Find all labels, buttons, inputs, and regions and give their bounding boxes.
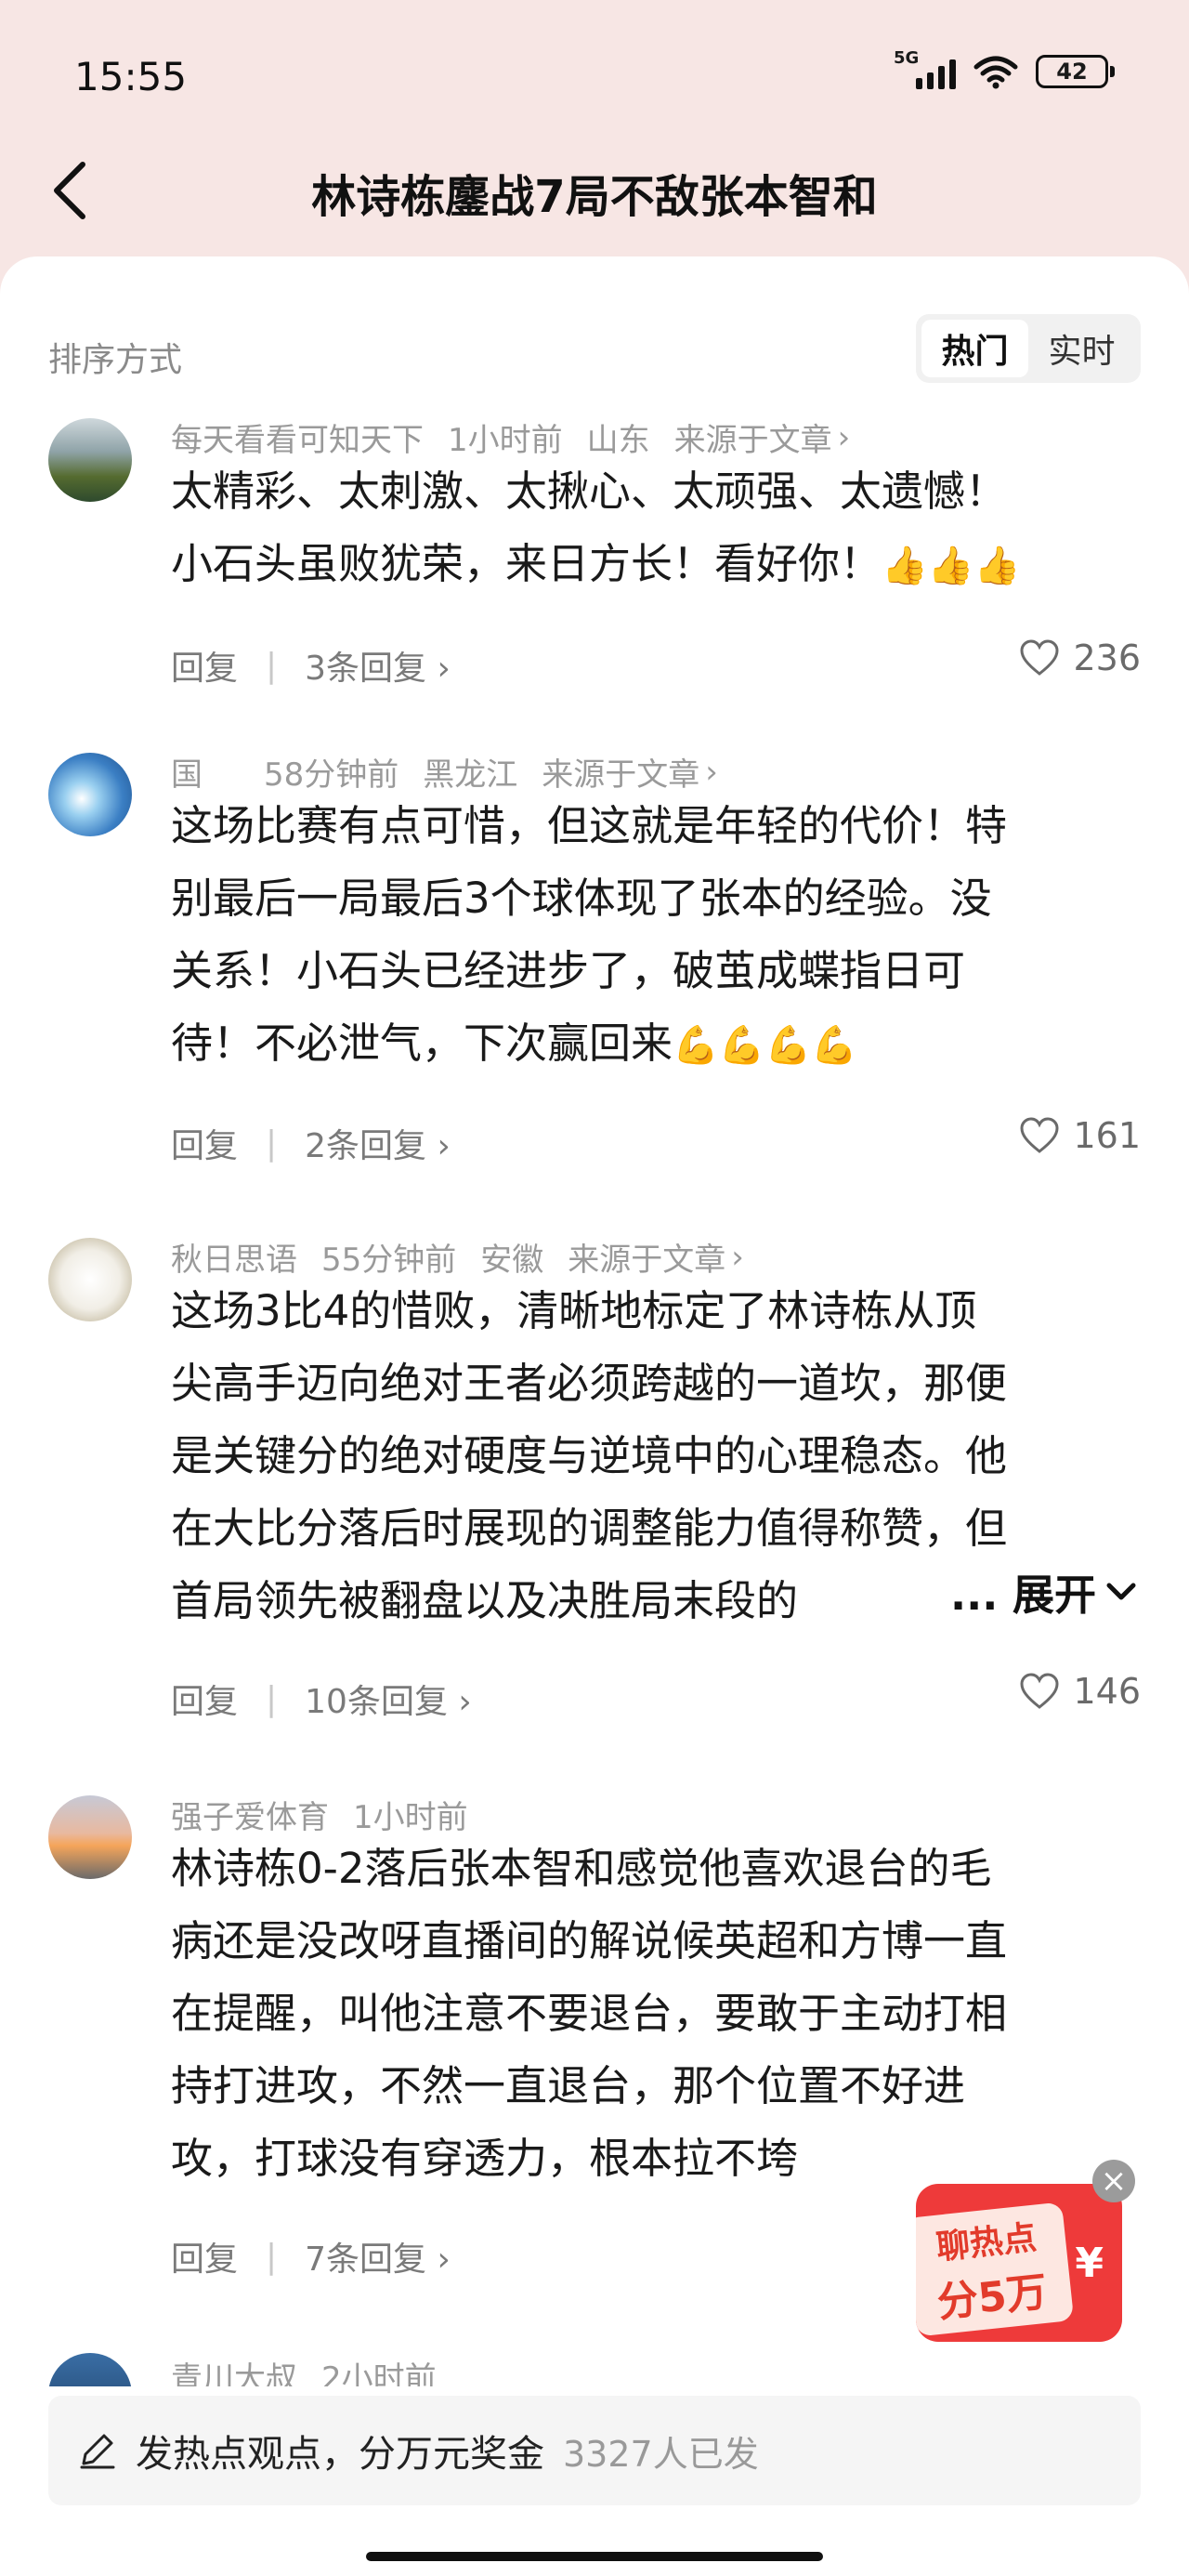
avatar[interactable] [48,753,132,836]
chevron-left-icon [54,162,85,219]
chevron-right-icon: › [705,753,718,791]
promo-ticket: 聊热点 分5万 [916,2201,1075,2337]
comment-location: 安徽 [480,1242,544,1279]
like-button[interactable]: 146 [1019,1671,1141,1712]
heart-icon [1020,1673,1059,1709]
reply-button[interactable]: 回复 [171,1675,238,1723]
avatar[interactable] [48,1238,132,1321]
flexed-biceps-emoji: 💪💪💪💪 [673,1024,858,1067]
thumbs-up-emoji: 👍👍👍 [882,545,1021,587]
sort-label: 排序方式 [48,341,183,379]
reply-button[interactable]: 回复 [171,2232,238,2280]
comment-source-link[interactable]: 来源于文章 › [674,414,851,460]
comment-text: 太精彩、太刺激、太揪心、太顽强、太遗憾！ 小石头虽败犹荣，来日方长！看好你！👍👍… [171,467,1021,588]
comment-source-link[interactable]: 来源于文章 › [568,1234,744,1280]
back-button[interactable] [37,158,102,223]
battery-level: 42 [1036,55,1108,88]
comment-meta: 国 58分钟前 黑龙江 来源于文章 › [171,749,718,795]
comment-time: 1小时前 [448,422,563,459]
comment-location: 山东 [586,422,650,459]
comment-meta: 青川大叔 2小时前 [171,2353,437,2386]
participant-count: 3327人已发 [563,2433,759,2475]
reply-button[interactable]: 回复 [171,641,238,690]
chevron-right-icon: › [837,418,851,456]
status-time: 15:55 [74,54,188,99]
comment-actions: 回复 | 10条回复 › 146 [171,1671,1141,1723]
comment-item: 青川大叔 2小时前 [0,2346,1189,2386]
input-placeholder: 发热点观点，分万元奖金 [136,2433,544,2476]
chevron-down-icon [1106,1583,1136,1599]
like-count: 161 [1073,1115,1141,1156]
comment-time: 1小时前 [353,1799,468,1836]
view-replies-button[interactable]: 2条回复 › [305,1119,451,1167]
like-count: 236 [1073,637,1141,678]
sort-option-realtime[interactable]: 实时 [1028,320,1135,377]
signal-icon: 5G [894,48,956,89]
comment-actions: 回复 | 2条回复 › 161 [171,1115,1141,1167]
comment-location: 黑龙江 [423,756,518,794]
view-replies-button[interactable]: 3条回复 › [305,641,451,690]
page-title: 林诗栋鏖战7局不敌张本智和 [311,171,878,223]
comment-source-link[interactable]: 来源于文章 › [542,749,718,795]
comment-username[interactable]: 秋日思语 [171,1234,297,1280]
nav-header: 林诗栋鏖战7局不敌张本智和 [0,139,1189,242]
battery-icon: 42 [1036,55,1115,88]
hot-topic-promo[interactable]: 聊热点 分5万 ¥ × [916,2160,1135,2346]
home-indicator [366,2552,823,2561]
like-button[interactable]: 236 [1019,637,1141,678]
reply-button[interactable]: 回复 [171,1119,238,1167]
comment-username[interactable]: 国 [171,749,203,795]
comment-username[interactable]: 青川大叔 [171,2353,297,2386]
avatar[interactable] [48,2353,132,2386]
sort-toggle: 热门 实时 [916,314,1141,383]
comment-meta: 秋日思语 55分钟前 安徽 来源于文章 › [171,1234,744,1280]
promo-card[interactable]: 聊热点 分5万 ¥ [916,2184,1122,2342]
comment-meta: 强子爱体育 1小时前 [171,1792,468,1837]
avatar[interactable] [48,1795,132,1879]
sort-bar: 排序方式 热门 实时 [48,314,1141,388]
comment-username[interactable]: 强子爱体育 [171,1792,329,1837]
heart-icon [1020,1117,1059,1153]
heart-icon [1020,639,1059,676]
comment-input-bar[interactable]: 发热点观点，分万元奖金 3327人已发 [48,2396,1141,2505]
view-replies-button[interactable]: 7条回复 › [305,2232,451,2280]
comment-time: 58分钟前 [264,756,399,794]
status-icons: 5G 42 [894,48,1115,89]
sort-option-hot[interactable]: 热门 [921,320,1028,377]
chevron-right-icon: › [731,1238,744,1276]
network-type: 5G [894,48,920,68]
view-replies-button[interactable]: 10条回复 › [305,1675,472,1723]
comment-text: 林诗栋0-2落后张本智和感觉他喜欢退台的毛 病还是没改呀直播间的解说候英超和方博… [171,1844,1008,2183]
pen-icon [80,2434,115,2469]
comment-username[interactable]: 每天看看可知天下 [171,414,424,460]
close-icon[interactable]: × [1092,2160,1135,2202]
expand-button[interactable]: ... 展开 [950,1561,1137,1622]
comment-text: 这场比赛有点可惜，但这就是年轻的代价！特 别最后一局最后3个球体现了张本的经验。… [171,801,1008,1068]
comment-time: 55分钟前 [321,1242,457,1279]
avatar[interactable] [48,418,132,502]
comment-meta: 每天看看可知天下 1小时前 山东 来源于文章 › [171,414,850,460]
yuan-icon: ¥ [1075,2240,1104,2287]
like-count: 146 [1073,1671,1141,1712]
like-button[interactable]: 161 [1019,1115,1141,1156]
status-bar: 15:55 5G 42 [0,0,1189,149]
wifi-icon [973,56,1018,89]
comment-actions: 回复 | 3条回复 › 236 [171,637,1141,690]
comment-time: 2小时前 [321,2360,437,2386]
